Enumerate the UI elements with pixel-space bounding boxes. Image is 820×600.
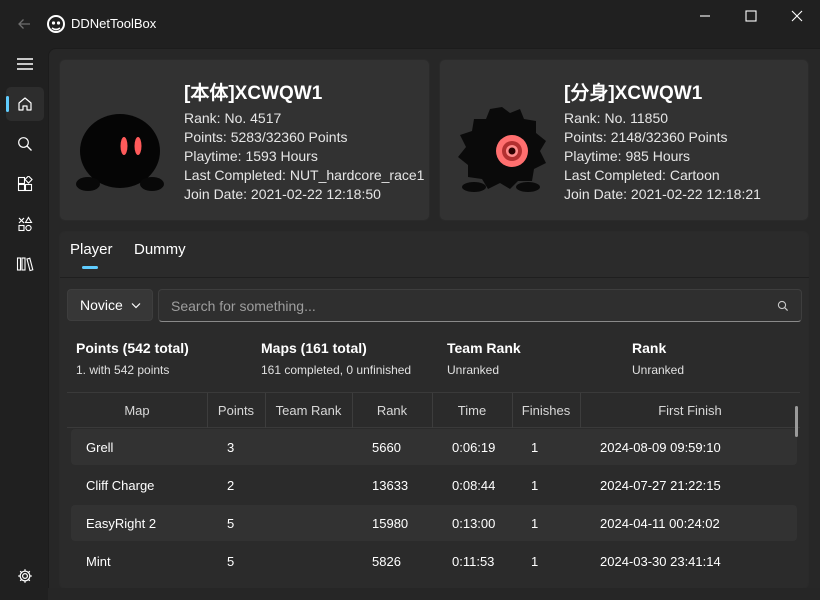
dummy-rank: Rank: No. 11850 <box>564 110 669 126</box>
maps-stat-value: 161 completed, 0 unfinished <box>261 363 412 377</box>
player-last-completed: Last Completed: NUT_hardcore_race1 <box>184 167 425 183</box>
cell-finishes: 1 <box>531 440 539 455</box>
cell-points: 2 <box>227 478 235 493</box>
tabs-divider <box>60 277 809 278</box>
close-icon <box>791 10 803 22</box>
search-icon <box>18 137 32 151</box>
library-icon <box>16 257 34 272</box>
dummy-skin-avatar <box>454 101 550 193</box>
cell-map: Mint <box>86 554 111 569</box>
cell-time: 0:11:53 <box>452 554 495 569</box>
player-points: Points: 5283/32360 Points <box>184 129 348 145</box>
cell-first-finish: 2024-04-11 00:24:02 <box>600 516 720 531</box>
cell-rank: 13633 <box>372 478 409 493</box>
column-header-first-finish[interactable]: First Finish <box>580 403 800 418</box>
cell-time: 0:13:00 <box>452 516 496 531</box>
sidebar-item-apps[interactable] <box>6 167 44 201</box>
column-header-team-rank[interactable]: Team Rank <box>265 403 352 418</box>
gear-icon <box>18 569 32 583</box>
active-nav-indicator <box>6 96 9 112</box>
column-header-rank[interactable]: Rank <box>352 403 432 418</box>
player-skin-avatar <box>76 104 166 194</box>
home-icon <box>18 97 32 111</box>
sidebar-item-library[interactable] <box>6 247 44 281</box>
maximize-button[interactable] <box>728 0 774 32</box>
player-join-date: Join Date: 2021-02-22 12:18:50 <box>184 186 381 202</box>
player-playtime: Playtime: 1593 Hours <box>184 148 318 164</box>
dummy-points: Points: 2148/32360 Points <box>564 129 728 145</box>
difficulty-dropdown[interactable]: Novice <box>67 289 153 321</box>
cell-first-finish: 2024-08-09 09:59:10 <box>600 440 721 455</box>
cell-rank: 5660 <box>372 440 401 455</box>
back-button[interactable] <box>8 8 40 40</box>
minimize-button[interactable] <box>682 0 728 32</box>
cell-points: 5 <box>227 516 235 531</box>
hamburger-menu-icon <box>17 58 33 70</box>
player-rank: Rank: No. 4517 <box>184 110 282 126</box>
tab-dummy[interactable]: Dummy <box>134 241 186 258</box>
back-arrow-icon <box>18 19 30 29</box>
team-rank-stat-value: Unranked <box>447 363 500 377</box>
maps-stat-label: Maps (161 total) <box>261 340 367 356</box>
sidebar-item-search[interactable] <box>6 127 44 161</box>
dummy-playtime: Playtime: 985 Hours <box>564 148 691 164</box>
cell-points: 3 <box>227 440 235 455</box>
sidebar-item-tools[interactable] <box>6 207 44 241</box>
points-stat-label: Points (542 total) <box>76 340 189 356</box>
close-button[interactable] <box>774 0 820 32</box>
difficulty-dropdown-value: Novice <box>80 297 123 313</box>
team-rank-stat-label: Team Rank <box>447 340 521 356</box>
cell-time: 0:06:19 <box>452 440 496 455</box>
cell-map: Cliff Charge <box>86 478 155 493</box>
table-scrollbar-thumb[interactable] <box>795 406 798 437</box>
search-input[interactable] <box>171 296 761 316</box>
column-header-time[interactable]: Time <box>432 403 512 418</box>
search-box <box>158 289 802 322</box>
cell-points: 5 <box>227 554 235 569</box>
bottom-edge <box>48 588 820 600</box>
tab-selected-indicator <box>82 266 98 269</box>
cell-rank: 15980 <box>372 516 409 531</box>
shapes-icon <box>18 216 33 232</box>
apps-icon <box>17 176 33 192</box>
dummy-last-completed: Last Completed: Cartoon <box>564 167 720 183</box>
minimize-icon <box>700 15 710 17</box>
sidebar-item-home[interactable] <box>6 87 44 121</box>
rank-stat-value: Unranked <box>632 363 685 377</box>
cell-finishes: 1 <box>531 554 539 569</box>
rank-stat-label: Rank <box>632 340 667 356</box>
dummy-join-date: Join Date: 2021-02-22 12:18:21 <box>564 186 761 202</box>
column-header-map[interactable]: Map <box>67 403 207 418</box>
search-icon[interactable] <box>777 300 789 312</box>
chevron-down-icon <box>131 303 141 309</box>
cell-map: Grell <box>86 440 114 455</box>
column-header-finishes[interactable]: Finishes <box>512 403 580 418</box>
points-stat-value: 1. with 542 points <box>76 363 170 377</box>
player-name: [本体]XCWQW1 <box>184 83 323 104</box>
cell-first-finish: 2024-07-27 21:22:15 <box>600 478 721 493</box>
settings-button[interactable] <box>6 559 44 593</box>
dummy-name: [分身]XCWQW1 <box>564 83 703 104</box>
cell-map: EasyRight 2 <box>86 516 157 531</box>
tab-player[interactable]: Player <box>70 241 113 258</box>
cell-first-finish: 2024-03-30 23:41:14 <box>600 554 721 569</box>
cell-time: 0:08:44 <box>452 478 496 493</box>
app-logo-icon <box>46 14 66 34</box>
cell-finishes: 1 <box>531 516 539 531</box>
cell-rank: 5826 <box>372 554 401 569</box>
app-title: DDNetToolBox <box>71 16 157 31</box>
column-header-points[interactable]: Points <box>207 403 265 418</box>
cell-finishes: 1 <box>531 478 539 493</box>
maximize-icon <box>745 10 757 22</box>
menu-toggle-button[interactable] <box>6 47 44 81</box>
